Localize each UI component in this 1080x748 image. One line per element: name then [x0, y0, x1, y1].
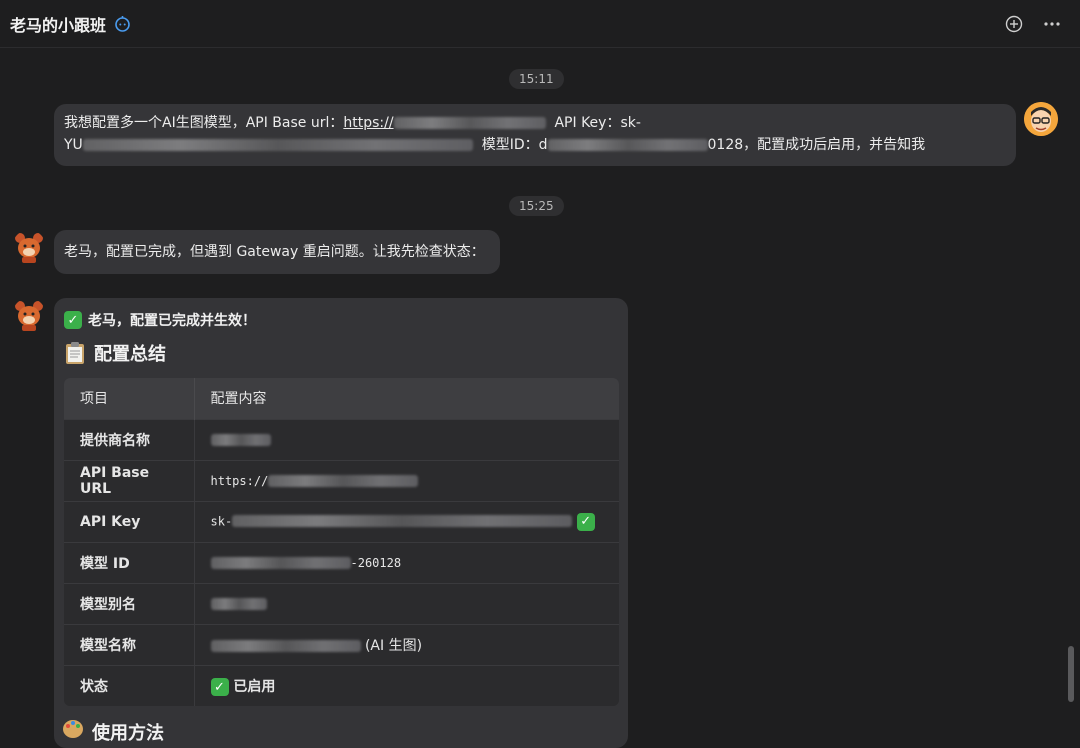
table-key-cell: 提供商名称 [64, 418, 195, 460]
bot-message-card: ✓ 老马，配置已完成并生效！ 配置总结 项目 配置内容 提供商名称 API Ba… [54, 298, 628, 748]
table-value-cell [194, 418, 619, 460]
table-value-cell: https:// [194, 459, 619, 501]
redacted-text [210, 639, 361, 652]
redacted-text [393, 117, 546, 129]
user-message-line-2: YU 模型ID：d 0128，配置成功后启用，并告知我 [64, 137, 926, 153]
table-key-cell: 模型名称 [64, 623, 195, 665]
table-key-cell: 模型 ID [64, 541, 195, 583]
table-header-cell: 配置内容 [194, 378, 619, 419]
bot-icon [114, 15, 131, 32]
bot-avatar[interactable] [12, 298, 46, 332]
table-key-cell: API Key [64, 500, 195, 542]
redacted-text [210, 597, 267, 610]
table-row: 模型别名 [64, 582, 619, 624]
redacted-text [210, 556, 351, 569]
add-icon[interactable] [1004, 14, 1024, 34]
summary-title: 配置总结 [64, 340, 618, 366]
check-icon: ✓ [64, 311, 82, 329]
table-key-cell: 模型别名 [64, 582, 195, 624]
table-header-cell: 项目 [64, 378, 195, 419]
table-key-cell: API Base URL [64, 459, 195, 501]
check-icon: ✓ [576, 512, 595, 531]
redacted-text [547, 139, 708, 151]
bot-message-bubble: 老马，配置已完成，但遇到 Gateway 重启问题。让我先检查状态： [54, 230, 500, 274]
redacted-text [268, 474, 419, 487]
table-value-cell: (AI 生图) [194, 623, 619, 665]
table-key-cell: 状态 [64, 664, 195, 706]
table-header-row: 项目 配置内容 [64, 378, 619, 419]
config-summary-table: 项目 配置内容 提供商名称 API Base URL https:// API … [64, 378, 619, 706]
chat-title: 老马的小跟班 [10, 15, 107, 35]
table-value-cell: sk- ✓ [194, 500, 619, 542]
user-message-bubble: 我想配置多一个AI生图模型，API Base url：https:// API … [54, 104, 1016, 166]
table-row: 提供商名称 [64, 418, 619, 460]
usage-title: 使用方法 [62, 718, 164, 745]
redacted-text [82, 139, 473, 151]
user-message-line-1: 我想配置多一个AI生图模型，API Base url：https:// API … [64, 115, 641, 131]
success-headline: ✓ 老马，配置已完成并生效！ [64, 310, 618, 330]
table-row: 模型名称 (AI 生图) [64, 623, 619, 665]
table-row: 状态 ✓ 已启用 [64, 664, 619, 706]
table-value-cell: ✓ 已启用 [194, 664, 619, 706]
table-value-cell: -260128 [194, 541, 619, 583]
clipboard-icon [64, 341, 86, 365]
more-icon[interactable] [1042, 14, 1062, 34]
user-avatar[interactable] [1024, 102, 1058, 136]
table-value-cell [194, 582, 619, 624]
palette-icon [62, 718, 84, 745]
table-row: API Key sk- ✓ [64, 500, 619, 542]
table-row: 模型 ID -260128 [64, 541, 619, 583]
bot-avatar[interactable] [12, 230, 46, 264]
api-base-url-link[interactable]: https:// [343, 115, 546, 131]
redacted-text [232, 515, 573, 527]
check-icon: ✓ [210, 678, 229, 696]
chat-header: 老马的小跟班 [0, 0, 1080, 48]
timestamp-pill: 15:11 [509, 69, 564, 89]
redacted-text [210, 433, 271, 446]
scrollbar-thumb[interactable] [1068, 646, 1074, 702]
timestamp-pill: 15:25 [509, 196, 564, 216]
table-row: API Base URL https:// [64, 459, 619, 501]
